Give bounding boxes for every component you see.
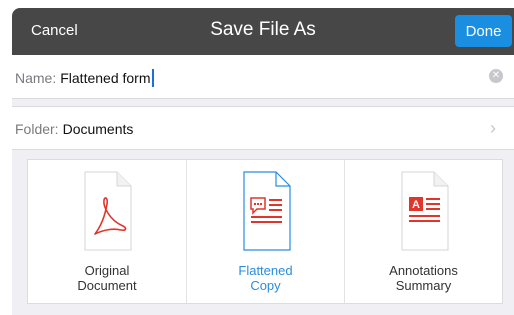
folder-field-row[interactable]: Folder: Documents ›: [12, 106, 514, 150]
dialog-title: Save File As: [210, 19, 316, 40]
done-button[interactable]: Done: [455, 15, 512, 47]
name-label: Name:: [15, 70, 57, 86]
option-label-line1: Original: [84, 263, 130, 278]
annotations-summary-document-icon: A: [401, 171, 448, 251]
option-label-line2: Copy: [250, 278, 281, 293]
name-label-group: Name: Flattened form: [15, 69, 154, 87]
chevron-right-icon[interactable]: ›: [490, 118, 496, 139]
text-cursor: [151, 69, 154, 87]
flattened-comment-document-icon: [242, 171, 291, 251]
pdf-document-icon: [84, 171, 132, 251]
save-format-options: Original Document Flattened Copy A Annot…: [27, 159, 503, 304]
folder-label-group: Folder: Documents: [15, 121, 133, 137]
clear-circle-icon[interactable]: ✕: [489, 69, 503, 83]
name-field-row[interactable]: Name: Flattened form ✕: [12, 55, 514, 99]
folder-value: Documents: [62, 121, 134, 137]
folder-label: Folder:: [15, 121, 59, 137]
option-label-line1: Annotations: [389, 263, 458, 278]
name-input[interactable]: Flattened form: [60, 70, 150, 86]
dialog-header: Cancel Save File As Done: [12, 8, 514, 55]
save-file-dialog: Cancel Save File As Done Name: Flattened …: [12, 8, 514, 315]
option-original-document[interactable]: Original Document: [28, 160, 186, 303]
svg-text:A: A: [412, 199, 420, 211]
option-flattened-copy[interactable]: Flattened Copy: [186, 160, 344, 303]
option-label-line1: Flattened: [238, 263, 293, 278]
option-annotations-summary[interactable]: A Annotations Summary: [344, 160, 502, 303]
option-label-line2: Document: [77, 278, 137, 293]
option-label-line2: Summary: [395, 278, 452, 293]
